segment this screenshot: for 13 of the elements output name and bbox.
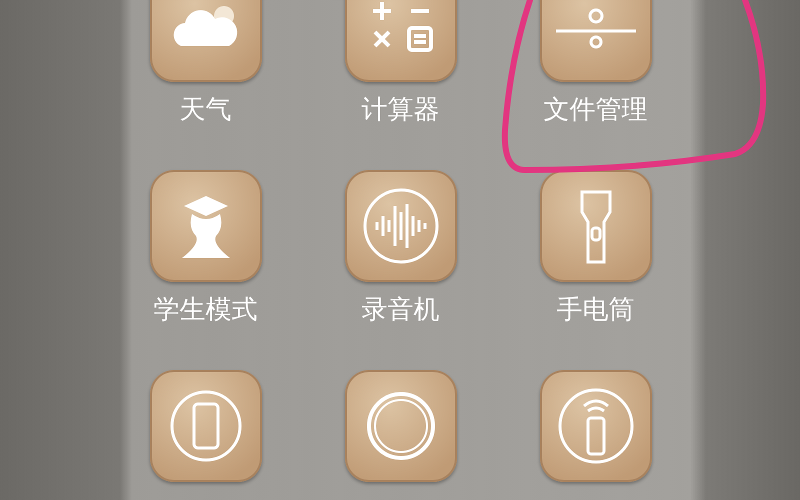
- phone-icon[interactable]: [150, 370, 262, 482]
- microphone-icon[interactable]: [344, 170, 456, 282]
- app-label: 天气: [180, 94, 232, 126]
- app-label: 文件管理: [544, 94, 648, 126]
- flashlight-icon[interactable]: [540, 170, 652, 282]
- graduate-icon[interactable]: [150, 170, 262, 282]
- app-label: 计算器: [362, 94, 440, 126]
- app-label: 学生模式: [154, 294, 258, 326]
- weather-icon[interactable]: [150, 0, 262, 82]
- calculator-icon[interactable]: [344, 0, 456, 82]
- remote-icon[interactable]: [540, 370, 652, 482]
- app-label: 手电筒: [556, 294, 634, 326]
- app-label: 录音机: [362, 294, 440, 326]
